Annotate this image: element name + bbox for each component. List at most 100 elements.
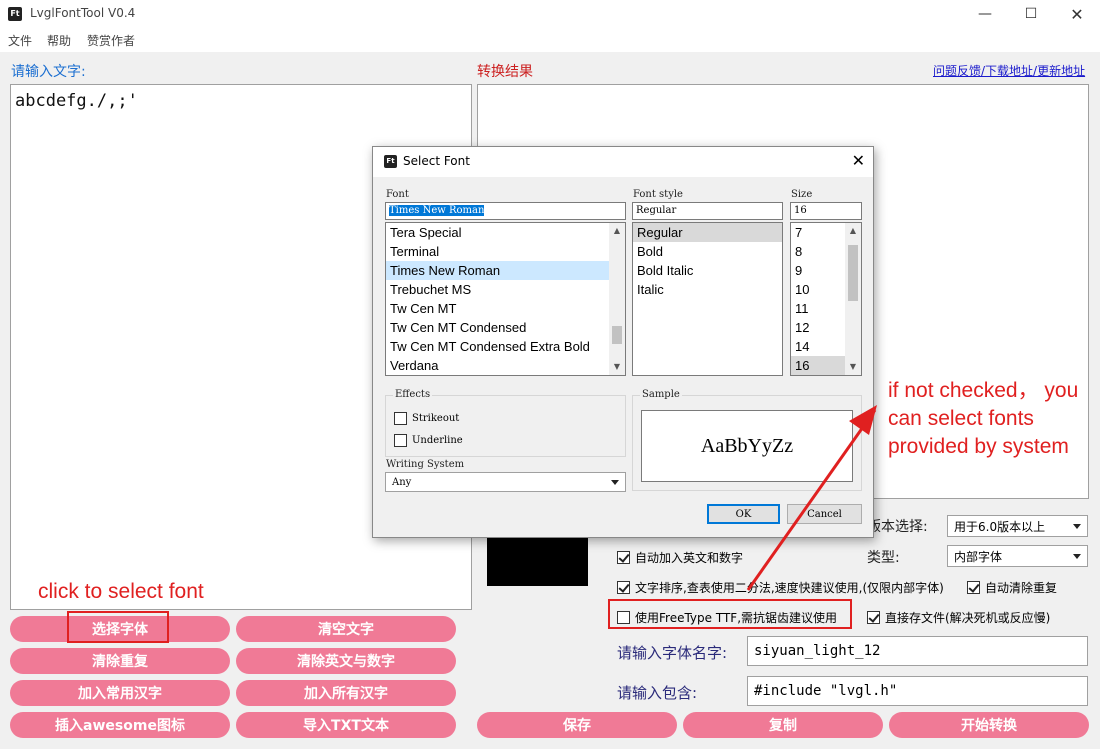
- menu-bar: 文件 帮助 赞赏作者: [0, 28, 1100, 52]
- underline-checkbox[interactable]: Underline: [394, 434, 463, 447]
- underline-label: Underline: [412, 435, 463, 446]
- menu-help[interactable]: 帮助: [47, 32, 71, 49]
- checkbox-icon: [867, 611, 880, 624]
- font-name-label: 请输入字体名字:: [617, 644, 728, 662]
- checkbox-icon: [967, 581, 980, 594]
- effects-label: Effects: [393, 389, 433, 400]
- version-select-value: 用于6.0版本以上: [954, 519, 1046, 534]
- select-font-annotation: click to select font: [38, 580, 204, 603]
- effects-group: [385, 395, 626, 457]
- version-select[interactable]: 用于6.0版本以上: [947, 515, 1088, 537]
- list-item[interactable]: Tw Cen MT: [386, 299, 625, 318]
- freetype-annotation: if not checked， you can select fonts pro…: [888, 379, 1079, 458]
- start-convert-button[interactable]: 开始转换: [889, 712, 1089, 738]
- type-select[interactable]: 内部字体: [947, 545, 1088, 567]
- checkbox-icon: [617, 581, 630, 594]
- remove-duplicates-button[interactable]: 清除重复: [10, 648, 230, 674]
- size-list[interactable]: 7 8 9 10 11 12 14 16 ▲ ▼: [790, 222, 862, 376]
- auto-add-latin-checkbox[interactable]: 自动加入英文和数字: [617, 549, 743, 566]
- cancel-button[interactable]: Cancel: [787, 504, 862, 524]
- font-style-list[interactable]: Regular Bold Bold Italic Italic: [632, 222, 783, 376]
- app-icon: Ft: [384, 155, 397, 168]
- dialog-title: Select Font: [403, 154, 470, 168]
- copy-button[interactable]: 复制: [683, 712, 883, 738]
- scroll-thumb[interactable]: [612, 326, 622, 344]
- size-list-scrollbar[interactable]: ▲ ▼: [845, 223, 861, 375]
- feedback-link[interactable]: 问题反馈/下载地址/更新地址: [933, 62, 1085, 79]
- font-list-scrollbar[interactable]: ▲ ▼: [609, 223, 625, 375]
- remove-latin-digits-button[interactable]: 清除英文与数字: [236, 648, 456, 674]
- maximize-button[interactable]: ☐: [1008, 0, 1054, 28]
- font-name-input[interactable]: siyuan_light_12: [747, 636, 1088, 666]
- size-field[interactable]: 16: [790, 202, 862, 220]
- scroll-down-icon[interactable]: ▼: [609, 359, 625, 375]
- close-button[interactable]: ✕: [1054, 0, 1100, 28]
- checkbox-icon: [617, 551, 630, 564]
- sample-label: Sample: [640, 389, 682, 400]
- menu-file[interactable]: 文件: [8, 32, 32, 49]
- add-common-hanzi-button[interactable]: 加入常用汉字: [10, 680, 230, 706]
- ok-button[interactable]: OK: [707, 504, 780, 524]
- writing-system-select[interactable]: Any: [385, 472, 626, 492]
- chevron-down-icon: [1073, 553, 1081, 559]
- window-title: LvglFontTool V0.4: [30, 6, 136, 20]
- type-select-value: 内部字体: [954, 549, 1003, 564]
- chevron-down-icon: [611, 479, 619, 485]
- save-file-directly-checkbox[interactable]: 直接存文件(解决死机或反应慢): [867, 609, 1050, 626]
- version-label: 版本选择:: [867, 519, 928, 535]
- dialog-title-bar: Ft Select Font ✕: [373, 147, 873, 177]
- font-name-field[interactable]: Times New Roman: [385, 202, 626, 220]
- title-bar: Ft LvglFontTool V0.4 — ☐ ✕: [0, 0, 1100, 28]
- font-preview-box: [487, 536, 588, 586]
- menu-donate[interactable]: 赞赏作者: [87, 32, 135, 49]
- size-label: Size: [791, 189, 813, 200]
- select-font-highlight: [67, 611, 169, 643]
- list-item[interactable]: Bold Italic: [633, 261, 782, 280]
- sort-text-checkbox[interactable]: 文字排序,查表使用二分法,速度快建议使用,(仅限内部字体): [617, 579, 944, 596]
- auto-clear-duplicates-checkbox[interactable]: 自动清除重复: [967, 579, 1057, 596]
- list-item[interactable]: Bold: [633, 242, 782, 261]
- font-name-selection: Times New Roman: [389, 205, 485, 216]
- insert-awesome-icon-button[interactable]: 插入awesome图标: [10, 712, 230, 738]
- close-icon[interactable]: ✕: [852, 151, 865, 170]
- minimize-button[interactable]: —: [962, 0, 1008, 28]
- select-font-dialog: Ft Select Font ✕ Font Times New Roman Te…: [372, 146, 874, 538]
- scroll-down-icon[interactable]: ▼: [845, 359, 861, 375]
- list-item[interactable]: Times New Roman: [386, 261, 625, 280]
- checkbox-icon: [394, 412, 407, 425]
- font-label: Font: [386, 189, 409, 200]
- checkbox-icon: [394, 434, 407, 447]
- font-style-label: Font style: [633, 189, 683, 200]
- list-item[interactable]: Terminal: [386, 242, 625, 261]
- result-label: 转换结果: [477, 64, 533, 80]
- list-item[interactable]: Verdana: [386, 356, 625, 375]
- chevron-down-icon: [1073, 523, 1081, 529]
- font-list[interactable]: Tera Special Terminal Times New Roman Tr…: [385, 222, 626, 376]
- import-txt-button[interactable]: 导入TXT文本: [236, 712, 456, 738]
- auto-add-latin-label: 自动加入英文和数字: [635, 551, 744, 565]
- strikeout-label: Strikeout: [412, 413, 460, 424]
- type-label: 类型:: [867, 550, 900, 566]
- sort-text-label: 文字排序,查表使用二分法,速度快建议使用,(仅限内部字体): [635, 581, 944, 595]
- list-item[interactable]: Trebuchet MS: [386, 280, 625, 299]
- list-item[interactable]: Italic: [633, 280, 782, 299]
- add-all-hanzi-button[interactable]: 加入所有汉字: [236, 680, 456, 706]
- save-file-directly-label: 直接存文件(解决死机或反应慢): [885, 611, 1051, 625]
- clear-text-button[interactable]: 清空文字: [236, 616, 456, 642]
- sample-preview: AaBbYyZz: [641, 410, 853, 482]
- list-item[interactable]: Tw Cen MT Condensed Extra Bold: [386, 337, 625, 356]
- scroll-up-icon[interactable]: ▲: [845, 223, 861, 239]
- auto-clear-duplicates-label: 自动清除重复: [985, 581, 1058, 595]
- app-icon: Ft: [8, 7, 22, 21]
- scroll-up-icon[interactable]: ▲: [609, 223, 625, 239]
- scroll-thumb[interactable]: [848, 245, 858, 301]
- list-item[interactable]: Tera Special: [386, 223, 625, 242]
- save-button[interactable]: 保存: [477, 712, 677, 738]
- font-style-field[interactable]: Regular: [632, 202, 783, 220]
- freetype-highlight: [608, 599, 852, 629]
- list-item[interactable]: Tw Cen MT Condensed: [386, 318, 625, 337]
- strikeout-checkbox[interactable]: Strikeout: [394, 412, 459, 425]
- list-item[interactable]: Regular: [633, 223, 782, 242]
- include-input[interactable]: #include "lvgl.h": [747, 676, 1088, 706]
- include-label: 请输入包含:: [617, 684, 698, 702]
